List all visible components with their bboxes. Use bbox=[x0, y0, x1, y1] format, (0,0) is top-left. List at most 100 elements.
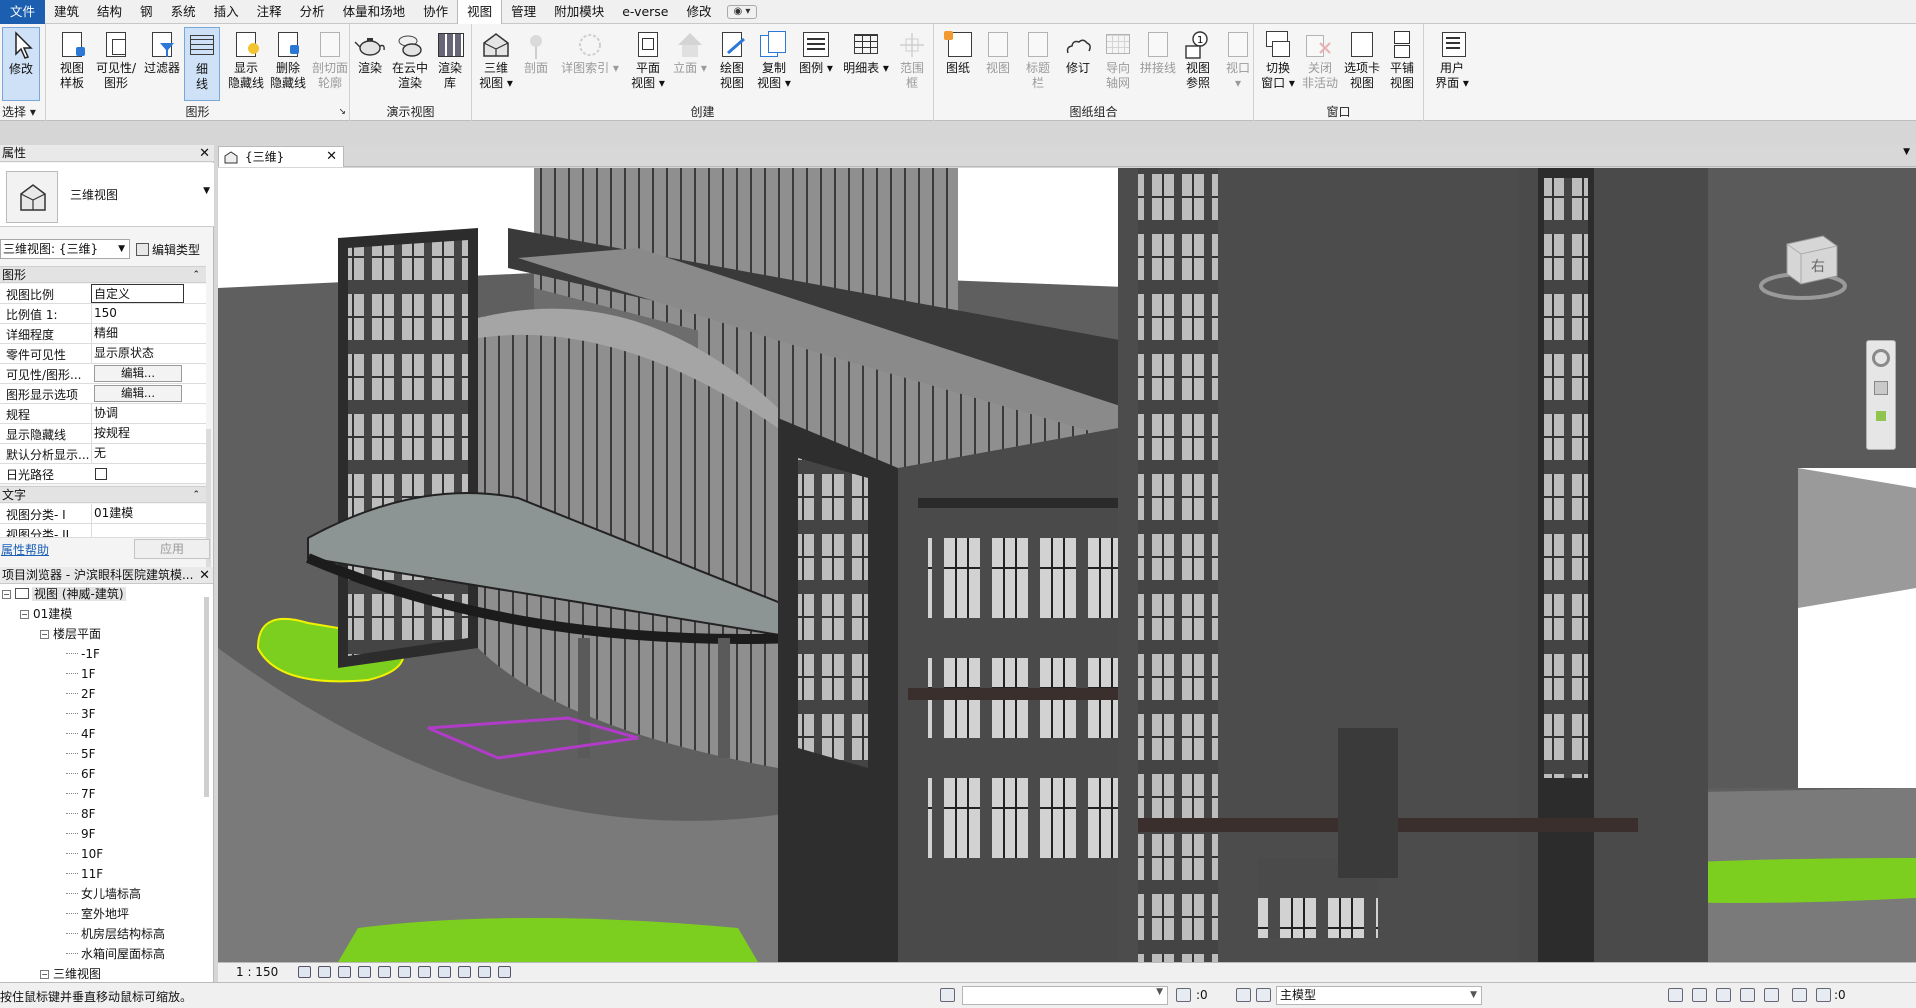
tree-item-level[interactable]: 8F bbox=[66, 806, 96, 822]
chevron-down-icon[interactable]: ▼ bbox=[203, 186, 210, 196]
view-scale-control[interactable]: 1 : 150 bbox=[236, 965, 278, 979]
section-text[interactable]: 文字 ⌃ bbox=[0, 486, 206, 503]
collapse-icon[interactable]: ⌃ bbox=[192, 487, 200, 504]
tree-group-01[interactable]: −01建模 bbox=[20, 606, 72, 622]
tree-item-level[interactable]: 9F bbox=[66, 826, 96, 842]
filter-icon[interactable] bbox=[1816, 988, 1831, 1002]
apply-button[interactable]: 应用 bbox=[134, 539, 210, 559]
modify-button[interactable]: 修改 bbox=[2, 27, 40, 101]
shadows-icon[interactable] bbox=[358, 966, 371, 978]
worksets-icon[interactable] bbox=[940, 988, 955, 1002]
collapse-icon[interactable]: − bbox=[2, 590, 11, 599]
tab-steel[interactable]: 钢 bbox=[131, 0, 162, 24]
browser-scrollbar[interactable] bbox=[204, 597, 209, 797]
select-pinned-icon[interactable] bbox=[1716, 988, 1731, 1002]
tile-views-button[interactable]: 平铺 视图 bbox=[1382, 27, 1422, 101]
legends-button[interactable]: 图例 ▾ bbox=[796, 27, 836, 101]
analysis-display-field[interactable]: 无 bbox=[91, 444, 184, 463]
select-links-icon[interactable] bbox=[1668, 988, 1683, 1002]
visibility-graphics-button[interactable]: 可见性/ 图形 bbox=[96, 27, 136, 101]
temporary-properties-icon[interactable] bbox=[498, 966, 511, 978]
sun-path-checkbox[interactable] bbox=[95, 468, 107, 480]
tree-item-level[interactable]: 3F bbox=[66, 706, 96, 722]
tree-item-level[interactable]: 1F bbox=[66, 666, 96, 682]
drag-elements-icon[interactable] bbox=[1764, 988, 1779, 1002]
section-graphics[interactable]: 图形 ⌃ bbox=[0, 266, 206, 283]
detail-level-icon[interactable] bbox=[298, 966, 311, 978]
tab-modify[interactable]: 修改 bbox=[678, 0, 721, 24]
tree-item-level[interactable]: 室外地坪 bbox=[66, 906, 129, 922]
collapse-icon[interactable]: ⌃ bbox=[192, 267, 200, 284]
close-icon[interactable]: ✕ bbox=[326, 147, 337, 167]
tree-floor-plans[interactable]: − 楼层平面 bbox=[40, 626, 101, 642]
tab-massing-site[interactable]: 体量和场地 bbox=[334, 0, 415, 24]
model-select[interactable]: 主模型 ▼ bbox=[1276, 986, 1482, 1005]
tree-item-level[interactable]: 机房层结构标高 bbox=[66, 926, 165, 942]
discipline-field[interactable]: 协调 bbox=[91, 404, 184, 423]
tab-collaborate[interactable]: 协作 bbox=[414, 0, 457, 24]
tree-item-level[interactable]: -1F bbox=[66, 646, 100, 662]
select-underlay-icon[interactable] bbox=[1692, 988, 1707, 1002]
steering-wheel-icon[interactable] bbox=[1872, 349, 1890, 367]
render-gallery-button[interactable]: 渲染 库 bbox=[430, 27, 470, 101]
user-interface-button[interactable]: 用户 界面 ▾ bbox=[1432, 27, 1472, 101]
tree-item-level[interactable]: 10F bbox=[66, 846, 103, 862]
filters-button[interactable]: 过滤器 bbox=[142, 27, 182, 101]
tree-item-level[interactable]: 7F bbox=[66, 786, 96, 802]
graphic-display-edit-button[interactable]: 编辑... bbox=[94, 385, 182, 402]
show-crop-region-icon[interactable] bbox=[418, 966, 431, 978]
tab-analyze[interactable]: 分析 bbox=[291, 0, 334, 24]
viewcube[interactable]: 右 bbox=[1757, 232, 1847, 304]
visibility-edit-button[interactable]: 编辑... bbox=[94, 365, 182, 382]
close-icon[interactable]: ✕ bbox=[199, 145, 210, 162]
tab-view[interactable]: 视图 bbox=[457, 0, 503, 24]
editable-only-icon[interactable] bbox=[1176, 988, 1191, 1002]
render-dialog-icon[interactable] bbox=[378, 966, 391, 978]
exclude-options-icon[interactable] bbox=[1256, 988, 1271, 1002]
zoom-icon[interactable] bbox=[1874, 381, 1888, 395]
3d-view-canvas[interactable]: 右 bbox=[218, 168, 1916, 962]
sun-path-icon[interactable] bbox=[338, 966, 351, 978]
parts-visibility-field[interactable]: 显示原状态 bbox=[91, 344, 184, 363]
tab-architecture[interactable]: 建筑 bbox=[45, 0, 88, 24]
type-selector[interactable]: 三维视图 ▼ bbox=[0, 163, 214, 227]
tree-3d-views[interactable]: − 三维视图 bbox=[40, 966, 101, 982]
detail-level-field[interactable]: 精细 bbox=[91, 324, 184, 343]
view-category-2-field[interactable] bbox=[91, 524, 184, 537]
view-scale-field[interactable]: 自定义 bbox=[91, 284, 184, 303]
collapse-icon[interactable]: − bbox=[40, 630, 49, 639]
tab-systems[interactable]: 系统 bbox=[162, 0, 205, 24]
tab-3d-view[interactable]: {三维} ✕ bbox=[218, 146, 344, 167]
tree-item-level[interactable]: 11F bbox=[66, 866, 103, 882]
pan-icon[interactable] bbox=[1876, 411, 1886, 421]
tab-annotate[interactable]: 注释 bbox=[248, 0, 291, 24]
tab-structure[interactable]: 结构 bbox=[88, 0, 131, 24]
reveal-hidden-icon[interactable] bbox=[478, 966, 491, 978]
tree-root-views[interactable]: − 视图 (神威-建筑) bbox=[2, 586, 126, 602]
temporary-hide-icon[interactable] bbox=[458, 966, 471, 978]
collapse-icon[interactable]: − bbox=[40, 970, 49, 979]
properties-help-link[interactable]: 属性帮助 bbox=[1, 541, 49, 558]
visual-style-icon[interactable] bbox=[318, 966, 331, 978]
background-process-icon[interactable] bbox=[1792, 988, 1807, 1002]
section-button[interactable]: 剖面 bbox=[516, 27, 556, 101]
show-hidden-field[interactable]: 按规程 bbox=[91, 424, 184, 443]
close-icon[interactable]: ✕ bbox=[199, 567, 210, 583]
scope-box-button[interactable]: 范围 框 bbox=[892, 27, 932, 101]
tree-item-level[interactable]: 4F bbox=[66, 726, 96, 742]
tab-file[interactable]: 文件 bbox=[0, 0, 46, 24]
view-category-1-field[interactable]: 01建模 bbox=[91, 504, 184, 523]
design-options-icon[interactable] bbox=[1236, 988, 1251, 1002]
tree-item-level[interactable]: 女儿墙标高 bbox=[66, 886, 141, 902]
collapse-icon[interactable]: − bbox=[20, 610, 29, 619]
callout-button[interactable]: 详图索引 ▾ bbox=[561, 27, 619, 101]
tab-manage[interactable]: 管理 bbox=[502, 0, 545, 24]
thin-lines-button[interactable]: 细 线 bbox=[184, 27, 220, 101]
edit-type-button[interactable]: 编辑类型 bbox=[136, 241, 200, 258]
view-instance-select[interactable]: 三维视图: {三维} ▼ bbox=[0, 239, 130, 259]
select-by-face-icon[interactable] bbox=[1740, 988, 1755, 1002]
group-select-label[interactable]: 选择 ▾ bbox=[0, 104, 45, 120]
tree-item-level[interactable]: 5F bbox=[66, 746, 96, 762]
unlock-3d-view-icon[interactable] bbox=[438, 966, 451, 978]
tree-item-level[interactable]: 6F bbox=[66, 766, 96, 782]
